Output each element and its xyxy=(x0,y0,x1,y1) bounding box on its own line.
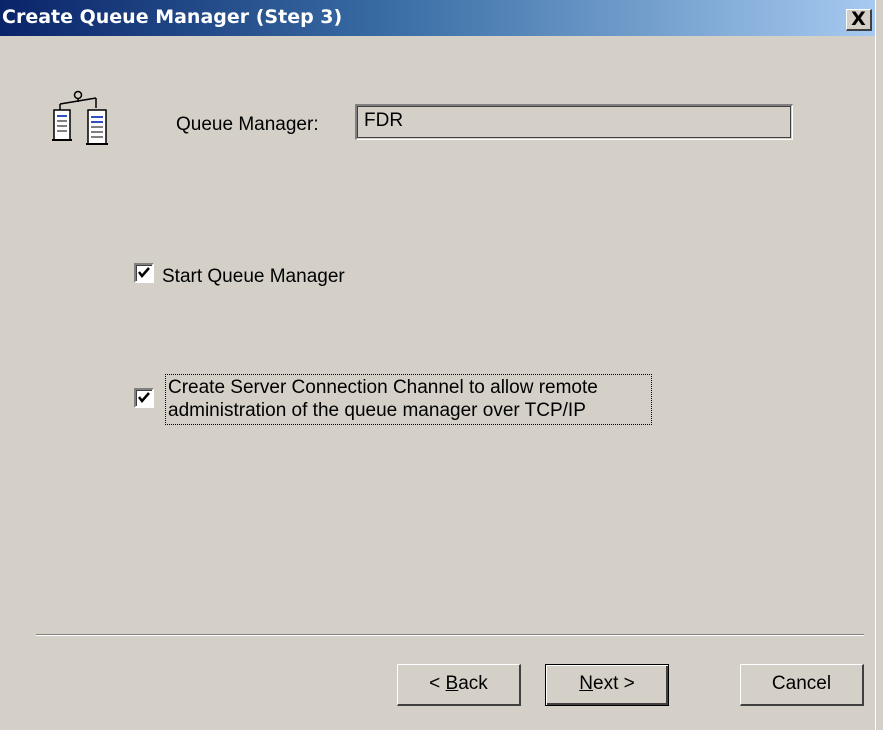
create-server-channel-label-line2: administration of the queue manager over… xyxy=(168,400,586,421)
window-title: Create Queue Manager (Step 3) xyxy=(2,6,343,28)
back-button-rest: ack xyxy=(458,673,488,694)
create-server-channel-label-line1: Create Server Connection Channel to allo… xyxy=(168,377,598,398)
create-server-channel-label[interactable]: Create Server Connection Channel to allo… xyxy=(165,374,652,425)
window-right-edge xyxy=(875,0,883,730)
back-button-mnemonic: B xyxy=(445,673,459,694)
queue-manager-wizard-icon xyxy=(52,90,108,145)
next-button-rest: ext > xyxy=(593,673,635,694)
button-separator xyxy=(36,634,864,636)
create-queue-manager-dialog: Create Queue Manager (Step 3) X Queue Ma… xyxy=(0,0,883,730)
create-server-channel-checkbox[interactable] xyxy=(134,388,154,408)
next-button-mnemonic: N xyxy=(579,673,593,694)
back-button-prefix: < xyxy=(429,673,446,694)
start-queue-manager-label[interactable]: Start Queue Manager xyxy=(162,266,345,288)
back-button[interactable]: < Back xyxy=(397,664,521,706)
close-icon: X xyxy=(851,8,866,30)
cancel-button[interactable]: Cancel xyxy=(740,664,864,706)
checkmark-icon xyxy=(138,392,150,403)
queue-manager-label: Queue Manager: xyxy=(176,114,319,135)
queue-manager-field: FDR xyxy=(355,104,793,140)
title-bar[interactable]: Create Queue Manager (Step 3) X xyxy=(0,0,875,36)
start-queue-manager-checkbox[interactable] xyxy=(134,263,154,283)
close-button[interactable]: X xyxy=(846,8,872,31)
next-button[interactable]: Next > xyxy=(545,664,669,706)
checkmark-icon xyxy=(138,267,150,278)
